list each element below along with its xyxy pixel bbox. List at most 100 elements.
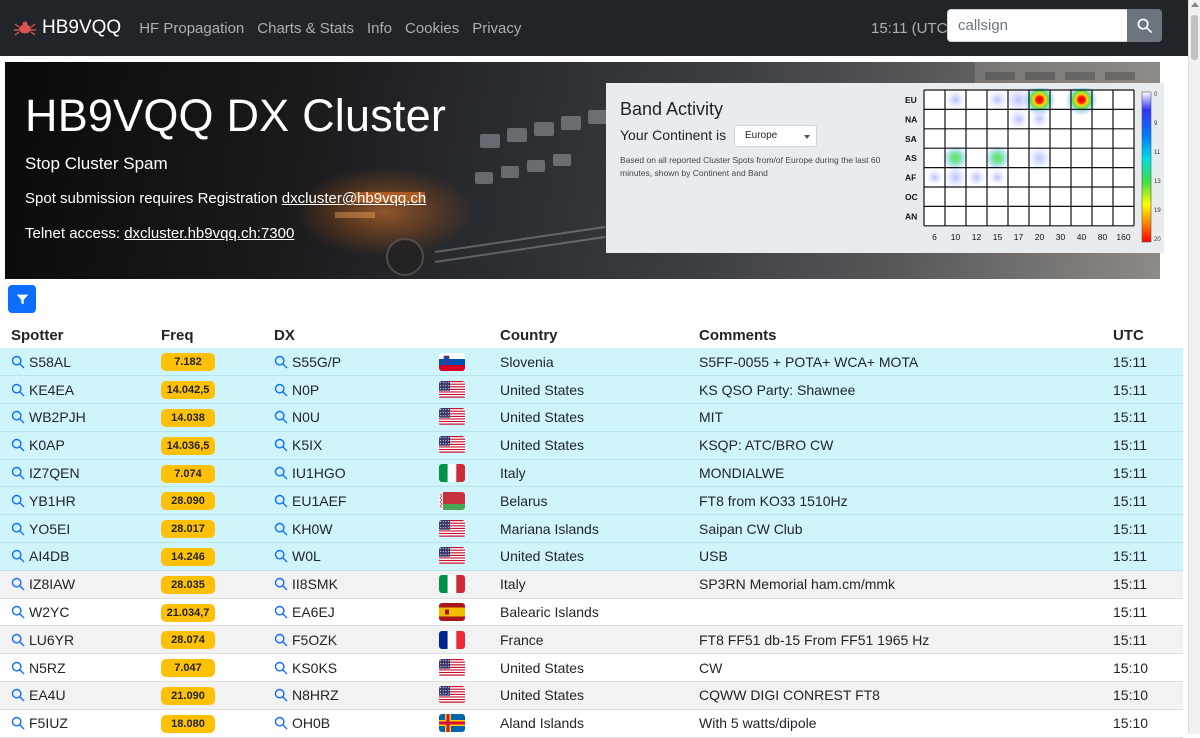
heatmap-scale-label: 0: [1154, 92, 1158, 98]
spotter-callsign[interactable]: LU6YR: [29, 632, 74, 648]
dx-callsign[interactable]: KH0W: [292, 521, 332, 537]
search-icon[interactable]: [274, 355, 288, 369]
header-dx[interactable]: DX: [263, 322, 428, 348]
spotter-callsign[interactable]: W2YC: [29, 604, 69, 620]
bug-logo-icon: [14, 21, 36, 36]
search-icon[interactable]: [11, 466, 25, 480]
freq-cell: 7.047: [150, 653, 263, 683]
spotter-callsign[interactable]: S58AL: [29, 354, 71, 370]
search-icon[interactable]: [274, 494, 288, 508]
continent-select[interactable]: Europe: [734, 125, 817, 147]
dx-callsign[interactable]: W0L: [292, 548, 321, 564]
dx-callsign[interactable]: N0P: [292, 382, 319, 398]
utc-cell: 15:10: [1102, 709, 1183, 738]
header-utc[interactable]: UTC: [1102, 322, 1183, 348]
search-icon[interactable]: [11, 661, 25, 675]
search-icon[interactable]: [274, 605, 288, 619]
spotter-callsign[interactable]: F5IUZ: [29, 715, 68, 731]
spotter-callsign[interactable]: WB2PJH: [29, 409, 86, 425]
spotter-callsign[interactable]: N5RZ: [29, 660, 66, 676]
search-icon[interactable]: [11, 633, 25, 647]
comment-cell: KS QSO Party: Shawnee: [688, 375, 1102, 405]
dx-callsign[interactable]: IU1HGO: [292, 465, 346, 481]
header-comments[interactable]: Comments: [688, 322, 1102, 348]
search-icon[interactable]: [274, 549, 288, 563]
spotter-callsign[interactable]: AI4DB: [29, 548, 69, 564]
flag-cell: [428, 431, 489, 460]
heatmap-scale-label: 9: [1154, 121, 1158, 127]
search-icon[interactable]: [11, 410, 25, 424]
freq-badge: 7.047: [161, 659, 215, 678]
freq-cell: 14.042,5: [150, 375, 263, 405]
spotter-callsign[interactable]: IZ7QEN: [29, 465, 80, 481]
search-icon[interactable]: [274, 466, 288, 480]
filter-button[interactable]: [8, 285, 36, 313]
registration-email-link[interactable]: dxcluster@hb9vqq.ch: [282, 190, 426, 207]
heatmap-band-label: 6: [932, 232, 937, 242]
dx-callsign[interactable]: N0U: [292, 409, 320, 425]
table-row: IZ8IAW 28.035 II8SMK Italy SP3RN Memorial ha…: [0, 570, 1183, 599]
freq-cell: 28.074: [150, 625, 263, 655]
nav-cookies[interactable]: Cookies: [405, 20, 459, 37]
spotter-cell: W2YC: [0, 598, 150, 627]
search-icon[interactable]: [274, 410, 288, 424]
table-row: LU6YR 28.074 F5OZK France FT8 FF51 db-15 Fro…: [0, 625, 1183, 655]
spotter-callsign[interactable]: KE4EA: [29, 382, 74, 398]
dx-callsign[interactable]: K5IX: [292, 437, 322, 453]
search-icon[interactable]: [11, 355, 25, 369]
search-button[interactable]: [1127, 9, 1162, 42]
search-icon[interactable]: [11, 522, 25, 536]
search-icon[interactable]: [11, 383, 25, 397]
spotter-callsign[interactable]: YO5EI: [29, 521, 70, 537]
search-icon[interactable]: [11, 438, 25, 452]
table-row: N5RZ 7.047 KS0KS United States CW 15:10: [0, 653, 1183, 683]
freq-badge: 21.090: [161, 686, 215, 705]
search-icon[interactable]: [274, 661, 288, 675]
page-scrollbar[interactable]: [1188, 0, 1200, 734]
search-icon[interactable]: [11, 688, 25, 702]
search-icon[interactable]: [11, 549, 25, 563]
search-icon[interactable]: [11, 716, 25, 730]
scroll-thumb[interactable]: [1191, 15, 1198, 60]
dx-callsign[interactable]: N8HRZ: [292, 687, 339, 703]
dx-callsign[interactable]: EU1AEF: [292, 493, 346, 509]
dx-callsign[interactable]: F5OZK: [292, 632, 337, 648]
heatmap-band-label: 20: [1035, 232, 1045, 242]
freq-badge: 28.017: [161, 520, 215, 539]
dx-callsign[interactable]: OH0B: [292, 715, 330, 731]
dx-cell: F5OZK: [263, 625, 428, 655]
telnet-link[interactable]: dxcluster.hb9vqq.ch:7300: [124, 225, 294, 242]
dx-callsign[interactable]: EA6EJ: [292, 604, 335, 620]
flag-cell: [428, 681, 489, 710]
dx-callsign[interactable]: S55G/P: [292, 354, 341, 370]
search-icon[interactable]: [274, 633, 288, 647]
search-icon[interactable]: [274, 522, 288, 536]
callsign-search-input[interactable]: [947, 9, 1128, 42]
spotter-callsign[interactable]: K0AP: [29, 437, 65, 453]
search-icon[interactable]: [274, 716, 288, 730]
search-icon[interactable]: [11, 605, 25, 619]
header-freq[interactable]: Freq: [150, 322, 263, 348]
header-spotter[interactable]: Spotter: [0, 322, 150, 348]
comment-cell: KSQP: ATC/BRO CW: [688, 431, 1102, 460]
spotter-callsign[interactable]: YB1HR: [29, 493, 76, 509]
spotter-callsign[interactable]: IZ8IAW: [29, 576, 75, 592]
header-country[interactable]: Country: [489, 322, 688, 348]
search-icon[interactable]: [274, 438, 288, 452]
scroll-up-arrow-icon[interactable]: [1191, 2, 1199, 7]
nav-charts-stats[interactable]: Charts & Stats: [257, 20, 354, 37]
spotter-callsign[interactable]: EA4U: [29, 687, 66, 703]
nav-privacy[interactable]: Privacy: [472, 20, 521, 37]
nav-info[interactable]: Info: [367, 20, 392, 37]
dx-callsign[interactable]: KS0KS: [292, 660, 337, 676]
brand[interactable]: HB9VQQ: [14, 17, 121, 39]
dx-callsign[interactable]: II8SMK: [292, 576, 338, 592]
search-icon[interactable]: [11, 494, 25, 508]
heatmap-scale-label: 19: [1154, 208, 1161, 214]
search-icon[interactable]: [274, 383, 288, 397]
search-icon[interactable]: [274, 688, 288, 702]
search-icon[interactable]: [274, 577, 288, 591]
nav-hf-propagation[interactable]: HF Propagation: [139, 20, 244, 37]
search-icon[interactable]: [11, 577, 25, 591]
freq-badge: 28.074: [161, 631, 215, 650]
